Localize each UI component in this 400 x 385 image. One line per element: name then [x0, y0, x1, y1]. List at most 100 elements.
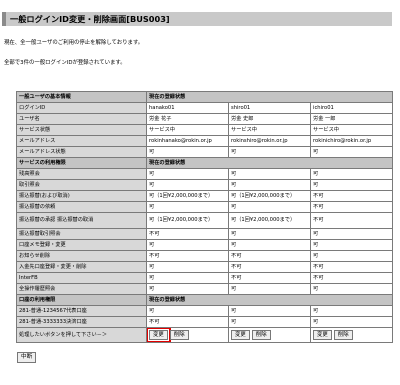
row-label: ログインID [16, 102, 147, 114]
cell-value: 不可 [146, 228, 229, 240]
table-row: 残高照会可可可 [16, 168, 394, 180]
section-header-status: 現在の登録状態 [145, 157, 394, 169]
row-label: ユーザ名 [16, 113, 147, 125]
table-row: 振込振替取引照会 不可可可 [16, 228, 394, 240]
status-message: 現在、全一般ユーザのご利用の停止を解除しております。 [4, 40, 144, 46]
cell-value: 可 [228, 179, 311, 191]
action-row: 処理したいボタンを押して下さい－＞ 変更 削除 変更 削除 変更 削除 [16, 327, 394, 343]
section-basic-info: 一般ユーザの基本情報 現在の登録状態 [16, 91, 394, 103]
cell-value: 可 [309, 179, 394, 191]
cell-value: ichiro01 [309, 102, 394, 114]
cell-value: 不可 [228, 261, 311, 273]
cell-value: 不可 [309, 190, 394, 202]
cell-value: 可 [228, 228, 311, 240]
cell-value: rokinichiro@rokin.or.jp [309, 135, 394, 147]
change-button[interactable]: 変更 [313, 329, 332, 340]
row-label: サービス状態 [16, 124, 147, 136]
cell-value: 不可 [146, 316, 229, 328]
cell-value: 可 [228, 239, 311, 251]
row-label: 振込振替の依頼 [16, 201, 147, 213]
cell-value: 労金 花子 [146, 113, 229, 125]
section-header-label: 一般ユーザの基本情報 [16, 91, 147, 103]
cell-value: 可 [146, 146, 229, 158]
cell-value: 可 [228, 283, 311, 295]
row-label: 入金先口座登録・変更・削除 [16, 261, 147, 273]
row-label: 振込振替の承認 振込振替の取消 [16, 212, 147, 229]
row-label: 口座メモ登録・変更 [16, 239, 147, 251]
cell-value: shiro01 [228, 102, 311, 114]
table-row: 振込振替の依頼可可不可 [16, 201, 394, 213]
cell-value: 可 [146, 305, 229, 317]
row-label: お知らせ削除 [16, 250, 147, 262]
table-row: 取引照会可可可 [16, 179, 394, 191]
row-label: メールアドレス [16, 135, 147, 147]
cell-value: 不可 [146, 250, 229, 262]
cell-value: 不可 [309, 212, 394, 229]
row-label: 全操作履歴照会 [16, 283, 147, 295]
cell-value: 可 [309, 239, 394, 251]
cell-value: 労金 史郎 [228, 113, 311, 125]
table-row: 振込振替(および取消) 可（1回¥2,000,000まで） 可（1回¥2,000,0… [16, 190, 394, 202]
table-row: 全操作履歴照会可可可 [16, 283, 394, 295]
cell-value: hanako01 [146, 102, 229, 114]
section-header-status: 現在の登録状態 [145, 91, 394, 103]
page-title: 一般ログインID変更・削除画面[BUS003] [2, 12, 392, 26]
row-label: InterFB [16, 272, 147, 284]
action-cell: 変更 削除 [146, 327, 229, 343]
cell-value: 可 [309, 168, 394, 180]
table-row: お知らせ削除 不可 不可可 [16, 250, 394, 262]
table-row: 振込振替の承認 振込振替の取消 可（1回¥2,000,000まで） 可（1回¥2,0… [16, 212, 394, 229]
change-button[interactable]: 変更 [147, 328, 171, 342]
table-row: InterFB 可不可 不可 [16, 272, 394, 284]
abort-button[interactable]: 中断 [17, 352, 37, 363]
user-info-table: 一般ユーザの基本情報 現在の登録状態 ログインID hanako01 shiro01 ic… [16, 91, 394, 343]
table-row: 281-普通-1234567代表口座可可可 [16, 305, 394, 317]
section-service-rights: サービスの利用権限 現在の登録状態 [16, 157, 394, 169]
action-cell: 変更 削除 [228, 327, 311, 343]
delete-button[interactable]: 削除 [251, 329, 271, 340]
row-label: メールアドレス状態 [16, 146, 147, 158]
table-row: 口座メモ登録・変更可可可 [16, 239, 394, 251]
section-header-label: サービスの利用権限 [16, 157, 147, 169]
cell-value: rokinshiro@rokin.or.jp [228, 135, 311, 147]
cell-value: 労金 一郎 [309, 113, 394, 125]
row-label: 残高照会 [16, 168, 147, 180]
cell-value: サービス中 [309, 124, 394, 136]
row-label: 振込振替取引照会 [16, 228, 147, 240]
cell-value: 可（1回¥2,000,000まで） [146, 190, 229, 202]
cell-value: rokinhanako@rokin.or.jp [146, 135, 229, 147]
cell-value: 可 [146, 272, 229, 284]
row-label: 281-普通-3333333決済口座 [16, 316, 147, 328]
cell-value: 可 [309, 316, 394, 328]
section-account-rights: 口座の利用権限 現在の登録状態 [16, 294, 394, 306]
table-row: メールアドレス状態可可可 [16, 146, 394, 158]
change-button[interactable]: 変更 [231, 329, 250, 340]
cell-value: サービス中 [228, 124, 311, 136]
cell-value: 可 [309, 250, 394, 262]
cell-value: 可 [228, 305, 311, 317]
cell-value: 可 [309, 305, 394, 317]
cell-value: 可 [228, 146, 311, 158]
cell-value: 可 [228, 168, 311, 180]
section-header-status: 現在の登録状態 [145, 294, 394, 306]
cell-value: 可 [146, 283, 229, 295]
cell-value: 可 [146, 179, 229, 191]
cell-value: 可（1回¥2,000,000まで） [228, 190, 311, 202]
cell-value: 可 [309, 228, 394, 240]
table-row: 281-普通-3333333決済口座 不可可可 [16, 316, 394, 328]
count-message: 全部で3件の一般ログインIDが登録されています。 [4, 60, 126, 66]
section-header-label: 口座の利用権限 [16, 294, 147, 306]
delete-button[interactable]: 削除 [169, 329, 189, 340]
table-row: 入金先口座登録・変更・削除可不可 不可 [16, 261, 394, 273]
delete-button[interactable]: 削除 [333, 329, 353, 340]
row-label: 振込振替(および取消) [16, 190, 147, 202]
cell-value: 可 [146, 201, 229, 213]
table-row: メールアドレス rokinhanako@rokin.or.jp rokinshiro… [16, 135, 394, 147]
cell-value: 可 [228, 316, 311, 328]
row-label: 281-普通-1234567代表口座 [16, 305, 147, 317]
action-instruction: 処理したいボタンを押して下さい－＞ [16, 327, 147, 343]
cell-value: 可（1回¥2,000,000まで） [228, 212, 311, 229]
table-row: ユーザ名 労金 花子 労金 史郎 労金 一郎 [16, 113, 394, 125]
cell-value: 不可 [309, 261, 394, 273]
row-label: 取引照会 [16, 179, 147, 191]
